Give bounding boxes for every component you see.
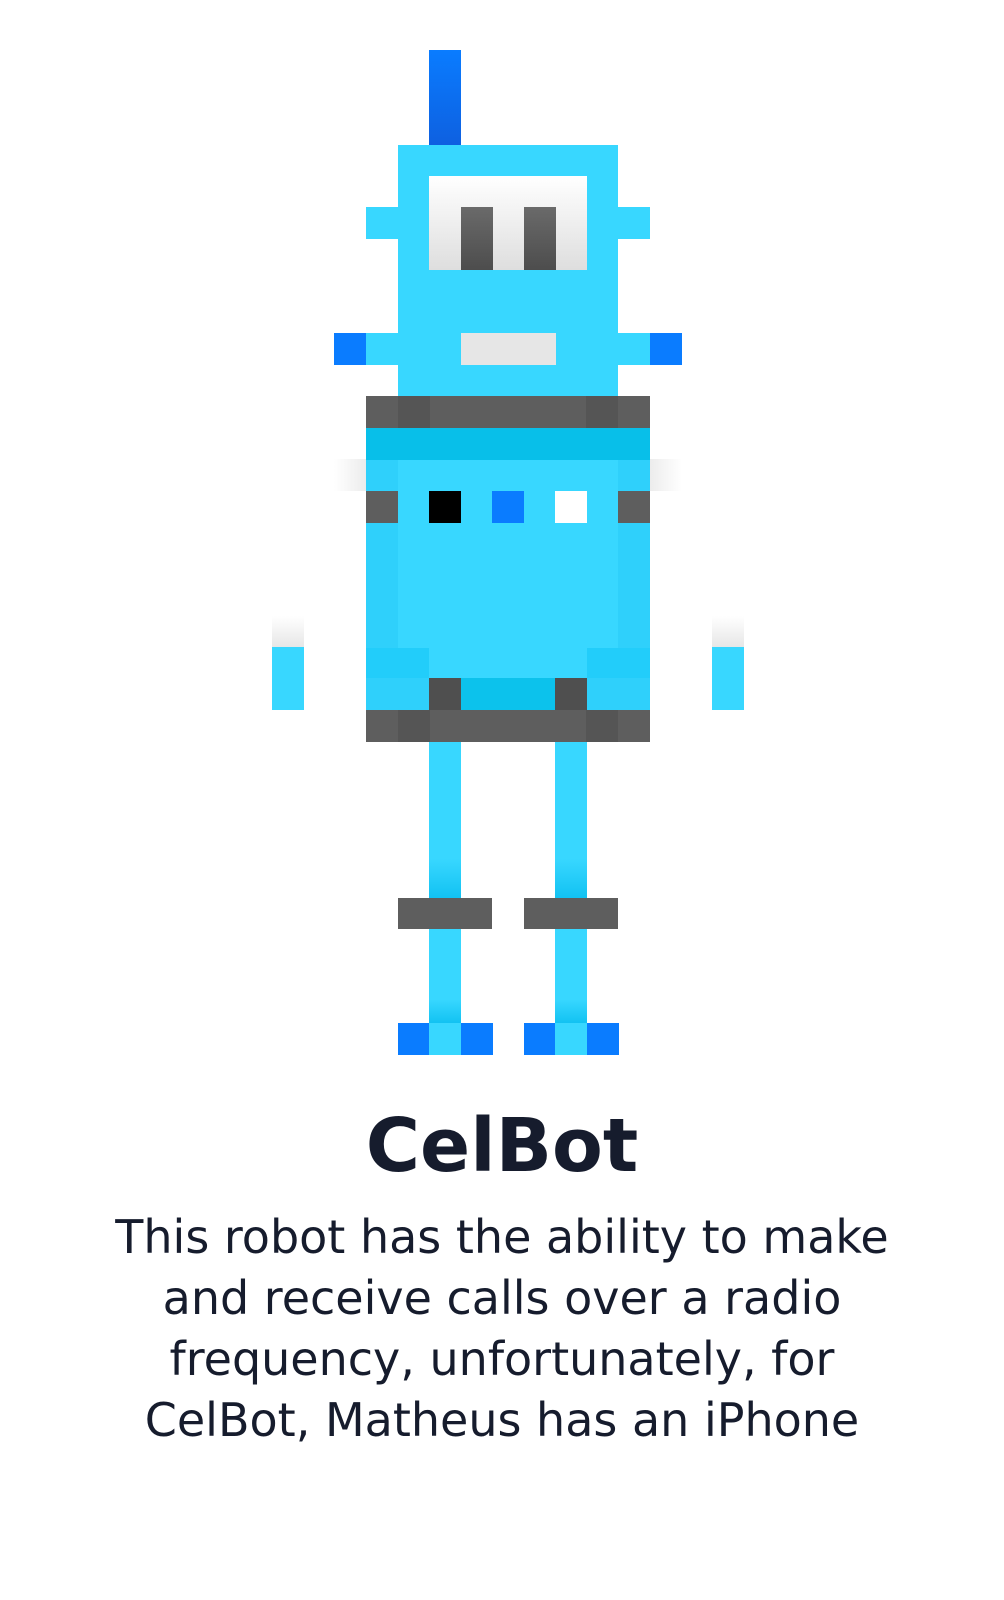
robot-name-title: CelBot — [365, 1103, 639, 1189]
robot-torso — [366, 396, 650, 742]
robot-right-knee — [524, 898, 618, 929]
robot-head — [334, 145, 682, 397]
robot-left-eye — [461, 207, 493, 270]
robot-light-black — [429, 491, 461, 523]
robot-antenna — [429, 50, 461, 146]
robot-light-white — [555, 491, 587, 523]
robot-chest-panel — [398, 460, 618, 648]
robot-eye-visor — [429, 176, 587, 270]
robot-illustration — [272, 50, 744, 1055]
robot-right-eye — [524, 207, 556, 270]
robot-feet — [398, 1023, 619, 1055]
robot-legs — [398, 742, 618, 1023]
robot-left-knee — [398, 898, 492, 929]
robot-description-text: This robot has the ability to make and r… — [115, 1210, 889, 1447]
robot-mouth — [461, 333, 556, 365]
robot-light-blue — [492, 491, 524, 523]
